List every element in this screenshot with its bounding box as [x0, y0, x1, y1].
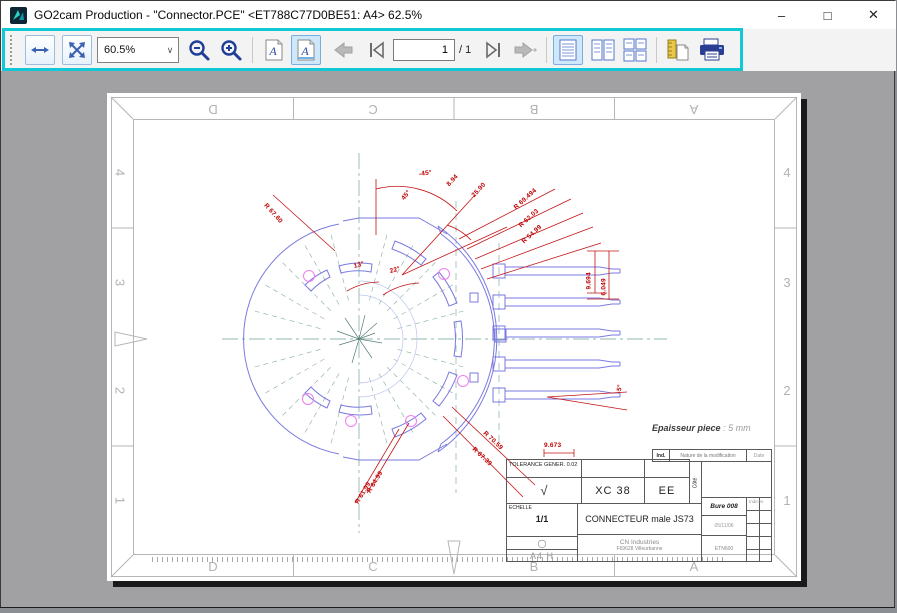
treatment-cell: EE [644, 477, 690, 504]
app-window: GO2cam Production - "Connector.PCE" <ET7… [0, 0, 895, 608]
thickness-label: Epaisseur piece [652, 423, 721, 433]
grid-row-label: 3 [113, 275, 128, 291]
two-page-view-button[interactable] [588, 35, 618, 65]
single-page-view-button[interactable] [553, 35, 583, 65]
indices-grid: Indices [746, 497, 772, 562]
material-cell: XC 38 [581, 477, 645, 504]
company-name: CN Industries [578, 539, 701, 546]
company-cell: CN Industries F69628 Villeurbanne [577, 534, 702, 562]
toolbar-separator [546, 37, 547, 63]
previous-view-button[interactable] [330, 35, 360, 65]
thickness-note: Epaisseur piece : 5 mm [652, 423, 751, 433]
company-city: F69628 Villeurbanne [578, 546, 701, 552]
page-a-icon: A [264, 39, 284, 61]
grid-column-label: B [526, 102, 542, 117]
minimize-button[interactable]: – [759, 1, 804, 29]
drawing-sheet: D C B A D C B A 4 3 2 1 4 3 2 1 -45° 45°… [107, 93, 801, 581]
svg-text:A: A [300, 44, 309, 58]
page-a-fit-icon: A [296, 39, 316, 61]
first-page-button[interactable] [362, 35, 392, 65]
format-cell: A4 H [506, 549, 578, 562]
thickness-value: : 5 mm [723, 423, 751, 433]
zoom-out-icon [187, 38, 211, 62]
zoom-out-button[interactable] [184, 35, 214, 65]
grid-row-label: 4 [113, 165, 128, 181]
fit-page-icon [67, 40, 87, 60]
svg-text:A: A [268, 44, 277, 58]
grid-row-label: 4 [779, 165, 795, 180]
ruler-page-icon [665, 37, 691, 63]
grid-column-label: A [686, 102, 702, 117]
empty-cell [581, 459, 645, 478]
scale-value: 1/1 [507, 514, 577, 524]
arrow-left-icon [333, 40, 357, 60]
empty-cell [644, 459, 690, 478]
page-layout-portrait-button[interactable]: A [259, 35, 289, 65]
print-button[interactable] [695, 35, 729, 65]
dimension-label: 9.694 [586, 272, 593, 289]
hole-markers [303, 269, 469, 427]
toolbar-separator [252, 37, 253, 63]
four-page-icon [623, 38, 647, 62]
dimension-label: 9.673 [544, 442, 561, 449]
zoom-level-combo[interactable]: 60.5% ∨ [97, 37, 179, 63]
projection-cell: ◯ [506, 536, 578, 550]
grid-row-label: 2 [779, 383, 795, 398]
code-cell: ETN600 [701, 535, 747, 562]
maximize-button[interactable]: □ [805, 1, 850, 29]
toolbar-grip[interactable] [10, 35, 16, 65]
grid-row-label: 2 [113, 383, 128, 399]
part-title-cell: CONNECTEUR male JS73 [577, 503, 702, 535]
app-icon [10, 7, 27, 24]
last-page-icon [482, 40, 504, 60]
surface-finish-cell: √ [506, 477, 582, 504]
close-button[interactable]: ✕ [851, 1, 896, 29]
zoom-in-button[interactable] [216, 35, 246, 65]
fit-width-button[interactable] [25, 35, 55, 65]
zoom-in-icon [219, 38, 243, 62]
preview-area: D C B A D C B A 4 3 2 1 4 3 2 1 -45° 45°… [1, 71, 894, 607]
fit-width-icon [30, 40, 50, 60]
grid-column-label: C [365, 102, 381, 117]
page-layout-fit-button[interactable]: A [291, 35, 321, 65]
cote-label: Côté [693, 477, 699, 488]
date-cell: 05/11/06 [701, 515, 747, 536]
rev-rows-empty [701, 461, 772, 498]
fit-page-button[interactable] [62, 35, 92, 65]
chevron-down-icon: ∨ [162, 45, 178, 56]
window-title: GO2cam Production - "Connector.PCE" <ET7… [34, 8, 422, 22]
page-total-label: / 1 [459, 44, 471, 56]
preview-toolbar: 60.5% ∨ A [1, 29, 896, 71]
dimension-label: 6.049 [601, 278, 608, 295]
ref-cell: Bure 008 [701, 497, 747, 516]
title-bar: GO2cam Production - "Connector.PCE" <ET7… [1, 1, 896, 29]
grid-row-label: 3 [779, 275, 795, 290]
first-page-icon [366, 40, 388, 60]
four-page-view-button[interactable] [620, 35, 650, 65]
arrow-right-icon [512, 40, 538, 60]
scale-cell: ECHELLE 1/1 [506, 503, 578, 537]
indices-label: Indices [747, 498, 771, 504]
zoom-level-value: 60.5% [98, 44, 162, 56]
two-page-icon [591, 38, 615, 62]
grid-column-label: D [205, 102, 221, 117]
scale-label: ECHELLE [507, 504, 577, 511]
printer-icon [697, 37, 727, 63]
tolerance-cell: TOLERANCE GENER. 0.02 [506, 459, 582, 478]
page-number-input[interactable] [393, 39, 455, 61]
next-view-button[interactable] [510, 35, 540, 65]
single-page-icon [558, 38, 578, 62]
grid-row-label: 1 [113, 493, 128, 509]
toolbar-separator [656, 37, 657, 63]
last-page-button[interactable] [478, 35, 508, 65]
page-setup-button[interactable] [663, 35, 693, 65]
grid-row-label: 1 [779, 493, 795, 508]
